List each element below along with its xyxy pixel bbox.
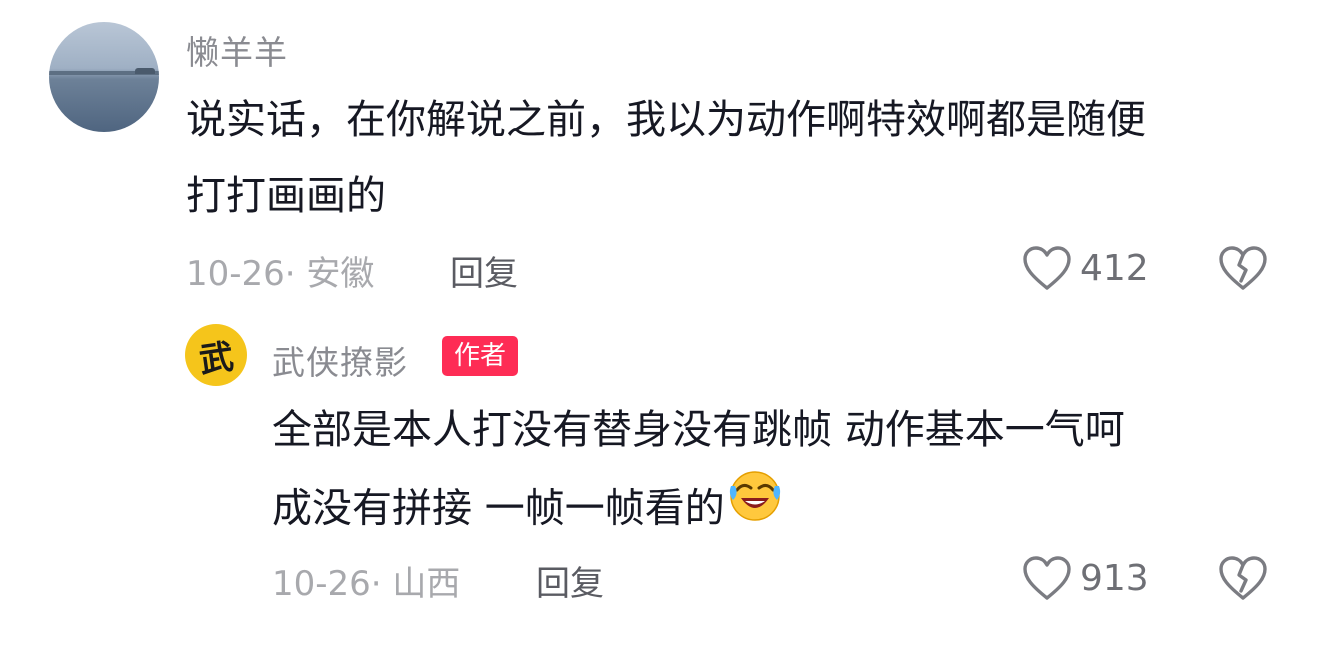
dislike-button[interactable] [1218,245,1268,295]
comment-text-line-1: 说实话，在你解说之前，我以为动作啊特效啊都是随便 [186,97,1146,143]
comment-username[interactable]: 懒羊羊 [186,26,288,74]
reply-button[interactable]: 回复 [450,246,518,295]
comment-date-location: 10-26· 安徽 [186,254,375,294]
reply-text-line-2-content: 成没有拼接 一帧一帧看的 [272,485,725,532]
like-button[interactable]: 412 [1022,245,1149,291]
reply-dislike-button[interactable] [1218,555,1268,605]
heart-icon [1023,556,1071,600]
reply-date-location: 10-26· 山西 [272,564,461,604]
reply-avatar[interactable]: 武 [185,324,247,386]
reply-like-button[interactable]: 913 [1022,555,1149,601]
broken-heart-icon [1219,556,1267,600]
comment-text-line-2: 打打画画的 [186,173,386,219]
reply-avatar-char: 武 [196,336,237,381]
heart-icon [1023,246,1071,290]
broken-heart-icon [1219,246,1267,290]
like-count: 412 [1080,247,1149,289]
reply-reply-button[interactable]: 回复 [536,556,604,605]
reply-like-count: 913 [1080,557,1149,599]
author-badge: 作者 [442,336,519,376]
avatar[interactable] [49,22,159,132]
reply-username[interactable]: 武侠撩影 [272,336,408,384]
reply-text-line-1: 全部是本人打没有替身没有跳帧 动作基本一气呵 [272,407,1125,453]
laughing-crying-emoji-icon [727,468,783,545]
reply-text-line-2: 成没有拼接 一帧一帧看的 [272,471,783,549]
